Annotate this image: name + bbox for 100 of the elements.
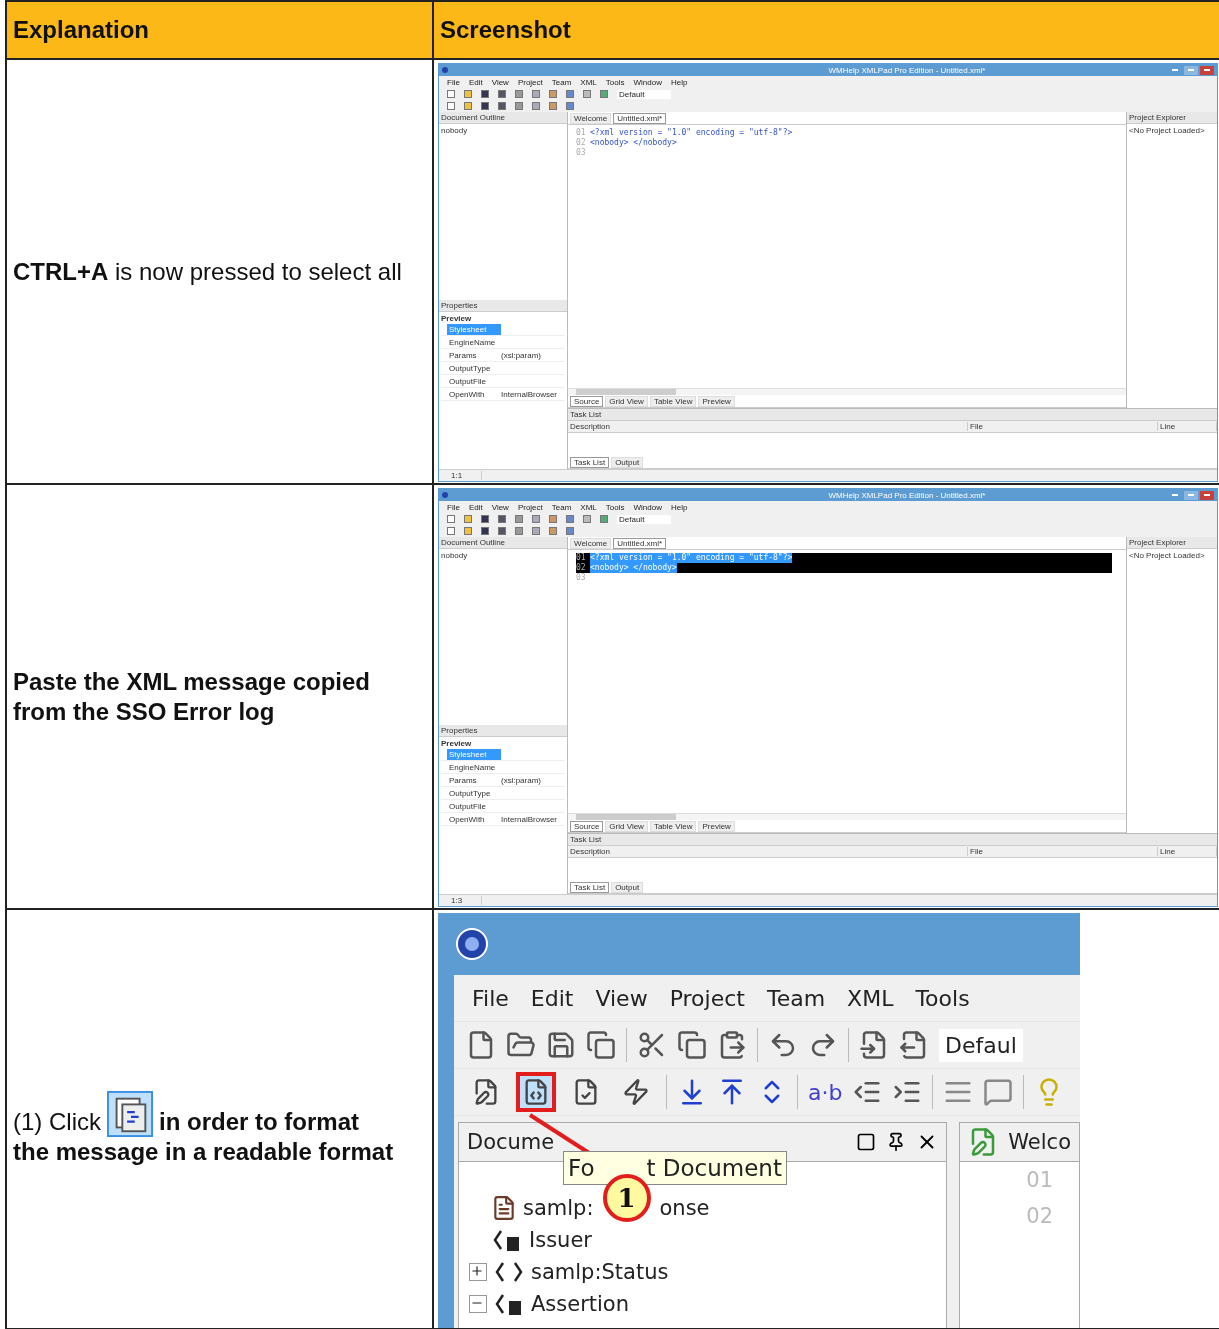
panel-title: Project Explorer [1129,538,1186,547]
menu-item[interactable]: View [491,77,509,87]
editor-tab[interactable]: Welcome [570,537,612,549]
format-document-icon[interactable] [516,1072,556,1112]
tree-item[interactable]: samlp:Status [531,1260,669,1284]
property-name[interactable]: OutputType [447,788,501,799]
property-name[interactable]: Params [447,350,501,361]
menu-item[interactable]: XML [580,77,597,87]
collapse-icon[interactable] [469,1295,487,1313]
document-icon [491,1195,517,1221]
panel-tab[interactable]: Output [611,456,644,468]
menu-item[interactable]: Tools [605,77,625,87]
line-number: 01 [576,553,586,563]
scrollbar-thumb[interactable] [576,814,676,820]
menu-item[interactable]: Team [760,985,832,1011]
menu-item[interactable]: Help [670,502,688,512]
menu-item[interactable]: Edit [524,985,580,1011]
property-name[interactable]: EngineName [447,337,501,348]
editor-tab[interactable]: Welcome [570,112,612,124]
editor-tab[interactable]: Untitled.xml* [613,537,667,549]
menu-item[interactable]: File [447,77,460,87]
property-value: (xsl:param) [501,351,542,360]
maximize-button[interactable] [1184,65,1198,75]
view-tab[interactable]: Source [570,820,604,832]
comment-icon[interactable] [983,1077,1014,1107]
column-header: Screenshot [434,2,1219,60]
menu-item[interactable]: File [447,502,460,512]
view-tab[interactable]: Table View [649,820,697,832]
property-name[interactable]: OutputType [447,363,501,374]
property-name[interactable]: OpenWith [447,814,501,825]
scrollbar-thumb[interactable] [576,389,676,395]
menu-item[interactable]: Window [633,77,662,87]
explanation-text: Paste the XML message copied from the SSO Error log [13,666,372,727]
toolbar-dropdown[interactable]: Default [617,89,671,99]
save-icon[interactable] [546,1030,576,1060]
close-button[interactable] [1200,490,1214,500]
expand-icon[interactable] [469,1263,487,1281]
menu-item[interactable]: Window [633,502,662,512]
view-tab[interactable]: Grid View [605,820,648,832]
explorer-item[interactable]: <No Project Loaded> [1129,126,1205,135]
menu-item[interactable]: Team [551,502,572,512]
menu-item[interactable]: XML [841,985,900,1011]
explorer-item[interactable]: <No Project Loaded> [1129,551,1205,560]
property-name[interactable]: Params [447,775,501,786]
property-value: (xsl:param) [501,776,542,785]
view-tab[interactable]: Grid View [605,395,648,407]
property-name[interactable]: OpenWith [447,389,501,400]
panel-tab[interactable]: Task List [570,881,610,893]
toolbar-button[interactable]: a·b [808,1079,843,1105]
menu-item[interactable]: Edit [468,502,483,512]
tree-item[interactable]: Assertion [531,1292,630,1316]
toolbar-dropdown[interactable]: Defaul [939,1028,1023,1062]
maximize-button[interactable] [1184,490,1198,500]
format-document-icon [107,1091,153,1137]
menu-item[interactable]: Tools [909,985,976,1011]
column-header[interactable]: Description [568,422,968,431]
column-header[interactable]: File [968,847,1158,856]
toolbar-dropdown[interactable]: Default [617,514,671,524]
panel-tab[interactable]: Output [611,881,644,893]
tree-item[interactable]: Issuer [529,1228,592,1252]
menu-item[interactable]: File [466,985,515,1011]
menu-item[interactable]: Team [551,77,572,87]
column-header[interactable]: Line [1158,422,1217,431]
property-group[interactable]: Preview [441,739,472,748]
toolbar-icon[interactable] [583,515,591,523]
menu-item[interactable]: Help [670,77,688,87]
menu-item[interactable]: View [589,985,654,1011]
tree-item[interactable]: samlp: [523,1196,594,1220]
panel-tab[interactable]: Task List [570,456,610,468]
panel-title: Task List [570,410,602,419]
menu-item[interactable]: XML [580,502,597,512]
close-button[interactable] [1200,65,1214,75]
save-all-icon[interactable] [586,1030,616,1060]
menu-item[interactable]: View [491,502,509,512]
outline-item[interactable]: nobody [441,126,468,135]
view-tab[interactable]: Preview [698,820,735,832]
outline-item[interactable]: nobody [441,551,468,560]
menu-item[interactable]: Tools [605,502,625,512]
property-group[interactable]: Preview [441,314,472,323]
view-tab[interactable]: Source [570,395,604,407]
panel-title: Docume [467,1130,556,1154]
view-tab[interactable]: Preview [698,395,735,407]
line-number: 02 [576,138,586,148]
property-name[interactable]: OutputFile [447,801,501,812]
column-header[interactable]: File [968,422,1158,431]
menu-item[interactable]: Edit [468,77,483,87]
copy-icon[interactable] [677,1030,707,1060]
toolbar-icon[interactable] [583,90,591,98]
app-icon [456,928,488,960]
property-name[interactable]: EngineName [447,762,501,773]
menu-item[interactable]: Project [517,77,543,87]
view-tab[interactable]: Table View [649,395,697,407]
menu-item[interactable]: Project [517,502,543,512]
maximize-icon[interactable] [856,1132,877,1152]
column-header[interactable]: Description [568,847,968,856]
property-name[interactable]: OutputFile [447,376,501,387]
menu-item[interactable]: Project [663,985,751,1011]
column-header[interactable]: Line [1158,847,1217,856]
code-line: <nobody> </nobody> [590,138,677,148]
editor-tab[interactable]: Untitled.xml* [613,112,667,124]
